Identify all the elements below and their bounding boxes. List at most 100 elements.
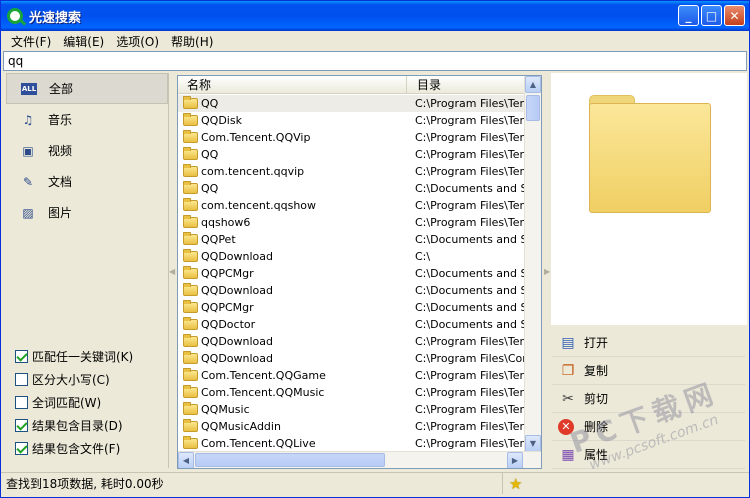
- option-match-any-keyword[interactable]: 匹配任一关键词(K): [15, 345, 133, 368]
- table-row[interactable]: QQMusic C:\Program Files\Tence: [178, 401, 525, 418]
- file-name: QQDisk: [201, 114, 242, 127]
- action-panel: ▤ 打开 ❐ 复制 ✂ 剪切 ✕ 删除 ▦ 属性: [552, 329, 745, 469]
- table-row[interactable]: QQPCMgr C:\Documents and Sett: [178, 265, 525, 282]
- table-row[interactable]: com.tencent.qqvip C:\Program Files\Tence: [178, 163, 525, 180]
- option-case-sensitive[interactable]: 区分大小写(C): [15, 368, 133, 391]
- folder-icon: [183, 334, 198, 347]
- folder-icon: [183, 317, 198, 330]
- checkbox[interactable]: [15, 396, 28, 409]
- file-name-cell: QQMusicAddin: [178, 419, 408, 433]
- collapse-right-arrow-icon[interactable]: ▶: [544, 267, 550, 276]
- table-row[interactable]: QQ C:\Program Files\Tence: [178, 146, 525, 163]
- horizontal-scroll-thumb[interactable]: [195, 453, 385, 467]
- table-row[interactable]: QQMusicAddin C:\Program Files\Tence: [178, 418, 525, 435]
- checkbox[interactable]: [15, 442, 28, 455]
- title-bar[interactable]: 光速搜索 _ □ ✕: [1, 1, 749, 31]
- preview-pane: [551, 73, 747, 325]
- table-row[interactable]: QQDoctor C:\Documents and Sett: [178, 316, 525, 333]
- table-row[interactable]: QQDownload C:\: [178, 248, 525, 265]
- table-row[interactable]: Com.Tencent.QQGame C:\Program Files\Tence: [178, 367, 525, 384]
- properties-button[interactable]: ▦ 属性: [552, 441, 745, 469]
- folder-icon: [183, 147, 198, 160]
- menu-edit[interactable]: 编辑(E): [57, 33, 110, 50]
- option-label: 全词匹配(W): [32, 396, 102, 410]
- scroll-right-button[interactable]: ▶: [507, 452, 523, 468]
- table-row[interactable]: QQDownload C:\Program Files\Tence: [178, 333, 525, 350]
- star-icon[interactable]: ★: [509, 475, 522, 493]
- category-image[interactable]: ▨ 图片: [6, 197, 168, 228]
- scroll-down-button[interactable]: ▼: [525, 435, 541, 452]
- directory-cell: C:\Program Files\Tence: [415, 386, 525, 399]
- directory-cell: C:\Program Files\Tence: [415, 216, 525, 229]
- file-name-cell: QQDownload: [178, 249, 408, 263]
- directory-cell: C:\Program Files\Tence: [415, 403, 525, 416]
- table-row[interactable]: qqshow6 C:\Program Files\Tence: [178, 214, 525, 231]
- folder-icon: [183, 198, 198, 211]
- table-row[interactable]: Com.Tencent.QQLive C:\Program Files\Tence: [178, 435, 525, 452]
- option-label: 匹配任一关键词(K): [32, 350, 134, 364]
- category-document[interactable]: ✎ 文档: [6, 166, 168, 197]
- table-row[interactable]: Com.Tencent.QQVip C:\Program Files\Tence: [178, 129, 525, 146]
- folder-icon: [183, 164, 198, 177]
- menu-help[interactable]: 帮助(H): [165, 33, 219, 50]
- folder-icon: [183, 181, 198, 194]
- action-label: 属性: [584, 448, 609, 462]
- file-name: QQDownload: [201, 250, 273, 263]
- close-button[interactable]: ✕: [724, 5, 745, 26]
- horizontal-scrollbar[interactable]: ◀ ▶: [178, 451, 541, 468]
- category-label: 音乐: [48, 113, 73, 127]
- checkbox[interactable]: [15, 373, 28, 386]
- category-all[interactable]: ALL 全部: [6, 73, 168, 104]
- copy-button[interactable]: ❐ 复制: [552, 357, 745, 385]
- collapse-left-arrow-icon[interactable]: ◀: [169, 267, 175, 276]
- option-include-directories[interactable]: 结果包含目录(D): [15, 414, 133, 437]
- file-name-cell: Com.Tencent.QQVip: [178, 130, 408, 144]
- table-row[interactable]: com.tencent.qqshow C:\Program Files\Tence: [178, 197, 525, 214]
- menu-bar: 文件(F) 编辑(E) 选项(O) 帮助(H): [1, 31, 749, 51]
- option-include-files[interactable]: 结果包含文件(F): [15, 437, 133, 460]
- app-window: 光速搜索 _ □ ✕ 文件(F) 编辑(E) 选项(O) 帮助(H) ALL 全…: [0, 0, 750, 498]
- open-button[interactable]: ▤ 打开: [552, 329, 745, 357]
- table-row[interactable]: QQ C:\Program Files\Tence: [178, 95, 525, 112]
- folder-icon: [183, 419, 198, 432]
- cut-button[interactable]: ✂ 剪切: [552, 385, 745, 413]
- scroll-up-button[interactable]: ▲: [525, 76, 541, 93]
- menu-file[interactable]: 文件(F): [5, 33, 57, 50]
- file-name: qqshow6: [201, 216, 251, 229]
- checkbox[interactable]: [15, 419, 28, 432]
- minimize-button[interactable]: _: [678, 5, 699, 26]
- folder-preview-icon: [589, 95, 711, 213]
- delete-button[interactable]: ✕ 删除: [552, 413, 745, 441]
- table-row[interactable]: Com.Tencent.QQMusic C:\Program Files\Tenc…: [178, 384, 525, 401]
- folder-icon: [183, 402, 198, 415]
- action-label: 复制: [584, 364, 609, 378]
- table-row[interactable]: QQDownload C:\Program Files\Comm: [178, 350, 525, 367]
- maximize-button[interactable]: □: [701, 5, 722, 26]
- menu-options[interactable]: 选项(O): [110, 33, 165, 50]
- checkbox[interactable]: [15, 350, 28, 363]
- category-pane: ALL 全部 ♫ 音乐 ▣ 视频 ✎ 文档 ▨ 图片 匹配任一关键词(K) 区分: [4, 73, 169, 468]
- vertical-scroll-thumb[interactable]: [526, 95, 540, 121]
- file-name-cell: QQ: [178, 181, 408, 195]
- column-header-directory[interactable]: 目录: [407, 76, 525, 93]
- category-video[interactable]: ▣ 视频: [6, 135, 168, 166]
- search-input[interactable]: [3, 51, 747, 71]
- file-name: QQMusicAddin: [201, 420, 281, 433]
- table-row[interactable]: QQPet C:\Documents and Sett: [178, 231, 525, 248]
- table-row[interactable]: QQDisk C:\Program Files\Tence: [178, 112, 525, 129]
- table-row[interactable]: QQDownload C:\Documents and Sett: [178, 282, 525, 299]
- table-row[interactable]: QQPCMgr C:\Documents and Sett: [178, 299, 525, 316]
- option-whole-word[interactable]: 全词匹配(W): [15, 391, 133, 414]
- scroll-left-button[interactable]: ◀: [178, 452, 194, 468]
- category-music[interactable]: ♫ 音乐: [6, 104, 168, 135]
- folder-icon: [183, 436, 198, 449]
- directory-cell: C:\Documents and Sett: [415, 301, 525, 314]
- vertical-scrollbar[interactable]: ▲ ▼: [524, 76, 541, 452]
- table-row[interactable]: QQ C:\Documents and Sett: [178, 180, 525, 197]
- status-bar: 查找到18项数据, 耗时0.00秒 ★: [1, 472, 749, 494]
- file-name-cell: QQDownload: [178, 283, 408, 297]
- column-header-name[interactable]: 名称: [178, 76, 407, 93]
- directory-cell: C:\Program Files\Tence: [415, 97, 525, 110]
- cut-icon: ✂: [562, 390, 574, 407]
- file-name: QQDownload: [201, 335, 273, 348]
